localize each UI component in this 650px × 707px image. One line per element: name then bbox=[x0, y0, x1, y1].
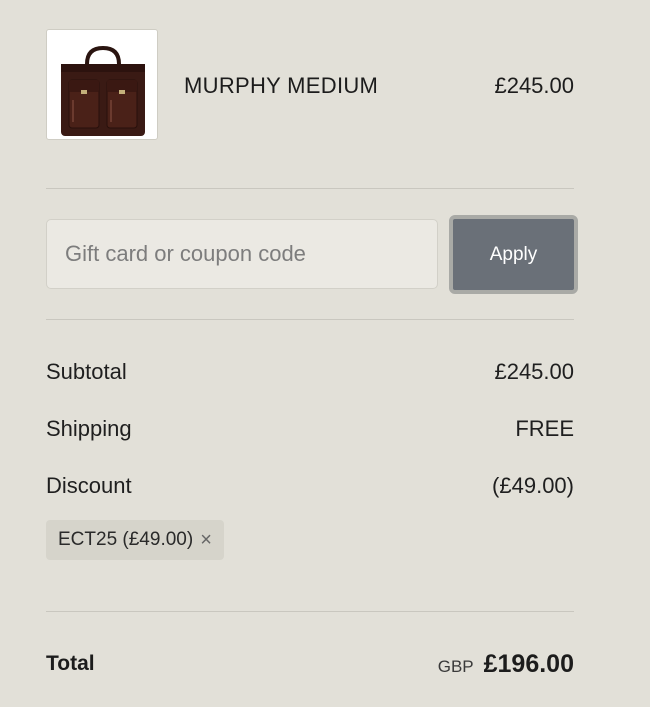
divider bbox=[46, 319, 574, 320]
discount-value: (£49.00) bbox=[492, 473, 574, 498]
remove-discount-icon[interactable]: × bbox=[200, 529, 212, 552]
bag-image-icon bbox=[61, 45, 145, 136]
total-value-group: GBP £196.00 bbox=[438, 650, 574, 679]
subtotal-row: Subtotal £245.00 bbox=[46, 359, 574, 389]
discount-label: Discount bbox=[46, 473, 132, 498]
apply-coupon-button[interactable]: Apply bbox=[449, 215, 578, 294]
discount-code-label: ECT25 (£49.00) bbox=[58, 529, 194, 550]
subtotal-value: £245.00 bbox=[494, 359, 574, 384]
total-amount: £196.00 bbox=[483, 650, 574, 678]
coupon-code-input[interactable] bbox=[46, 219, 438, 289]
shipping-value: FREE bbox=[515, 416, 574, 441]
divider bbox=[46, 188, 574, 189]
shipping-row: Shipping FREE bbox=[46, 416, 574, 446]
cart-line-item: MURPHY MEDIUM £245.00 bbox=[46, 29, 574, 142]
shipping-label: Shipping bbox=[46, 416, 132, 441]
product-name: MURPHY MEDIUM bbox=[184, 73, 379, 98]
total-label: Total bbox=[46, 652, 95, 675]
total-row: Total GBP £196.00 bbox=[46, 650, 574, 682]
discount-row: Discount (£49.00) bbox=[46, 473, 574, 503]
currency-code: GBP bbox=[437, 657, 474, 676]
divider bbox=[46, 611, 574, 612]
discount-code-tag: ECT25 (£49.00) × bbox=[46, 520, 224, 560]
subtotal-label: Subtotal bbox=[46, 359, 127, 384]
product-thumbnail bbox=[46, 29, 158, 140]
product-price: £245.00 bbox=[494, 73, 574, 98]
